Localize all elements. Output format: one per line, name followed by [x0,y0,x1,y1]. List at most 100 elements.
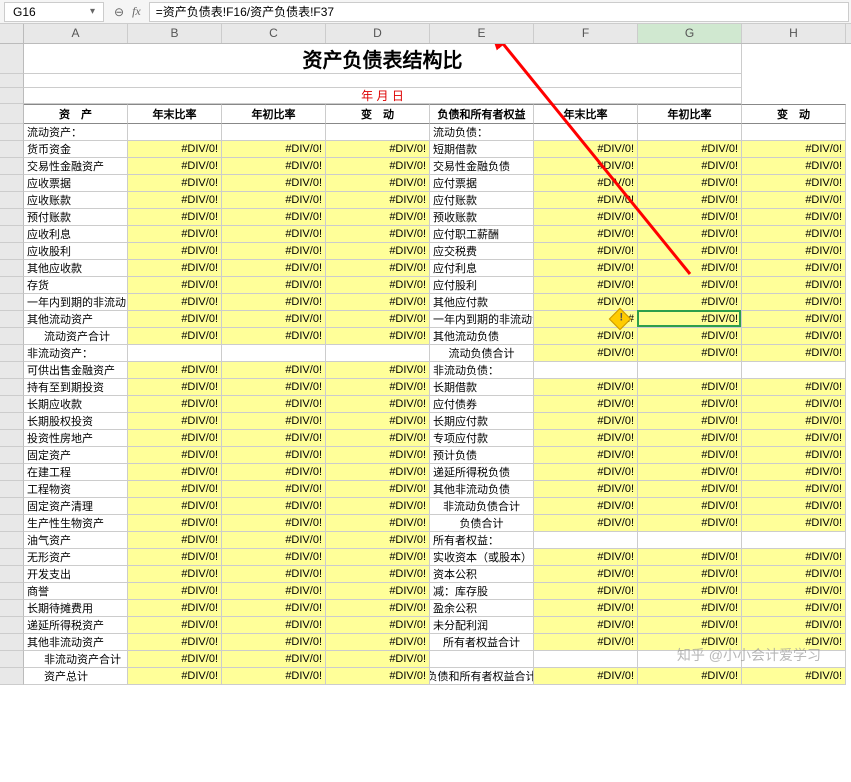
data-cell[interactable] [638,532,742,549]
data-cell[interactable]: #DIV/0! [326,362,430,379]
data-cell[interactable]: #DIV/0! [534,396,638,413]
row-header[interactable] [0,464,24,481]
data-cell[interactable]: #DIV/0! [638,311,742,328]
row-label-right[interactable]: 递延所得税负债 [430,464,534,481]
row-label-left[interactable]: 生产性生物资产 [24,515,128,532]
data-cell[interactable]: #DIV/0! [128,260,222,277]
row-label-right[interactable]: 未分配利润 [430,617,534,634]
data-cell[interactable]: #DIV/0! [638,549,742,566]
data-cell[interactable]: #DIV/0! [534,498,638,515]
data-cell[interactable]: #DIV/0! [222,634,326,651]
data-cell[interactable]: #DIV/0! [222,175,326,192]
data-cell[interactable]: #DIV/0! [742,498,846,515]
data-cell[interactable]: #DIV/0! [222,311,326,328]
data-cell[interactable]: #DIV/0! [638,566,742,583]
row-header[interactable] [0,668,24,685]
row-label-left[interactable]: 货币资金 [24,141,128,158]
date-label[interactable]: 年 月 日 [24,88,742,104]
data-cell[interactable]: #DIV/0! [128,515,222,532]
table-header[interactable]: 变 动 [742,104,846,124]
row-label-left[interactable]: 其他非流动资产 [24,634,128,651]
row-label-right[interactable]: 应交税费 [430,243,534,260]
data-cell[interactable]: #DIV/0! [534,141,638,158]
data-cell[interactable]: #DIV/0! [128,379,222,396]
row-header[interactable] [0,104,24,124]
table-header[interactable]: 年初比率 [222,104,326,124]
row-label-right[interactable]: 应付票据 [430,175,534,192]
row-label-left[interactable]: 固定资产清理 [24,498,128,515]
data-cell[interactable]: #DIV/0! [222,498,326,515]
row-label-right[interactable]: 所有者权益合计 [430,634,534,651]
data-cell[interactable]: #DIV/0! [128,617,222,634]
row-label-left[interactable]: 流动资产： [24,124,128,141]
row-label-left[interactable]: 应收账款 [24,192,128,209]
data-cell[interactable]: #DIV/0! [222,209,326,226]
row-label-left[interactable]: 持有至到期投资 [24,379,128,396]
data-cell[interactable]: #DIV/0! [638,379,742,396]
data-cell[interactable]: #DIV/0! [742,447,846,464]
row-label-right[interactable]: 负债和所有者权益合计 [430,668,534,685]
data-cell[interactable]: #DIV/0! [742,209,846,226]
row-label-left[interactable]: 存货 [24,277,128,294]
row-header[interactable] [0,88,24,104]
data-cell[interactable]: #DIV/0! [222,668,326,685]
data-cell[interactable]: #DIV/0! [128,600,222,617]
table-header[interactable]: 年初比率 [638,104,742,124]
data-cell[interactable]: #DIV/0! [326,430,430,447]
data-cell[interactable]: #DIV/0! [638,447,742,464]
row-label-right[interactable]: 应付债券 [430,396,534,413]
data-cell[interactable]: #DIV/0! [534,549,638,566]
row-label-left[interactable]: 工程物资 [24,481,128,498]
data-cell[interactable]: #DIV/0! [638,141,742,158]
name-box[interactable]: G16 ▾ [4,2,104,22]
data-cell[interactable]: #DIV/0! [534,175,638,192]
data-cell[interactable]: #DIV/0! [638,192,742,209]
row-label-left[interactable]: 油气资产 [24,532,128,549]
data-cell[interactable]: #DIV/0! [534,413,638,430]
data-cell[interactable]: #DIV/0! [534,617,638,634]
data-cell[interactable]: #DIV/0! [222,277,326,294]
data-cell[interactable]: #DIV/0! [534,379,638,396]
data-cell[interactable]: #DIV/0! [638,243,742,260]
data-cell[interactable]: #DIV/0! [222,260,326,277]
row-label-left[interactable]: 非流动资产合计 [24,651,128,668]
row-header[interactable] [0,447,24,464]
data-cell[interactable]: #DIV/0! [222,651,326,668]
row-header[interactable] [0,498,24,515]
row-label-right[interactable]: 长期应付款 [430,413,534,430]
row-label-right[interactable]: 其他应付款 [430,294,534,311]
data-cell[interactable]: #DIV/0! [742,668,846,685]
data-cell[interactable]: #DIV/0! [326,396,430,413]
data-cell[interactable]: #DIV/0! [638,158,742,175]
data-cell[interactable]: #DIV/0! [742,549,846,566]
row-header[interactable] [0,379,24,396]
data-cell[interactable]: #DIV/0! [742,328,846,345]
data-cell[interactable]: #DIV/0! [638,430,742,447]
data-cell[interactable] [534,362,638,379]
row-header[interactable] [0,175,24,192]
row-label-right[interactable]: 减：库存股 [430,583,534,600]
row-label-left[interactable]: 无形资产 [24,549,128,566]
data-cell[interactable]: #DIV/0! [326,226,430,243]
sheet-title[interactable]: 资产负债表结构比 [24,44,742,74]
data-cell[interactable]: #DIV/0! [222,396,326,413]
row-header[interactable] [0,277,24,294]
data-cell[interactable]: #DIV/0! [222,362,326,379]
data-cell[interactable]: #DIV/0! [222,243,326,260]
data-cell[interactable]: #DIV/0! [534,277,638,294]
data-cell[interactable]: #DIV/0! [534,294,638,311]
data-cell[interactable]: #DIV/0! [222,192,326,209]
data-cell[interactable]: #DIV/0! [534,345,638,362]
data-cell[interactable]: #DIV/0! [742,430,846,447]
data-cell[interactable]: #DIV/0! [534,566,638,583]
data-cell[interactable]: #DIV/0! [128,566,222,583]
data-cell[interactable]: #DIV/0! [638,515,742,532]
data-cell[interactable] [638,362,742,379]
row-label-right[interactable]: 长期借款 [430,379,534,396]
data-cell[interactable]: #DIV/0! [128,668,222,685]
row-label-right[interactable]: 非流动负债合计 [430,498,534,515]
data-cell[interactable]: #DIV/0! [222,379,326,396]
data-cell[interactable]: #DIV/0! [638,226,742,243]
row-label-left[interactable]: 投资性房地产 [24,430,128,447]
data-cell[interactable] [222,345,326,362]
